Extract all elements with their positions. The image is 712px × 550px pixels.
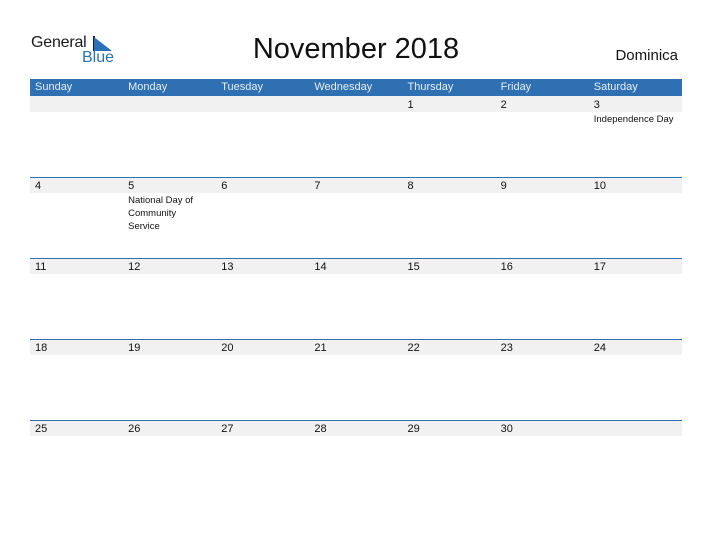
day-number: 13	[221, 261, 234, 273]
day-number: 12	[128, 261, 141, 273]
day-cell: 14	[309, 258, 402, 275]
day-cell: 28	[309, 420, 402, 437]
day-number	[314, 96, 402, 113]
weekday-saturday: Saturday	[593, 81, 638, 93]
day-cell: 4	[30, 177, 123, 233]
day-number	[221, 96, 309, 113]
day-number: 19	[128, 342, 141, 354]
week-cells: 11 12 13 14 15 16 17	[30, 258, 682, 275]
day-cell	[30, 96, 123, 126]
day-cell: 2	[496, 96, 589, 126]
week-row: 11 12 13 14 15 16 17	[30, 258, 682, 339]
day-number: 14	[314, 261, 327, 273]
day-number: 26	[128, 423, 141, 435]
week-row: 25 26 27 28 29 30	[30, 420, 682, 501]
weekday-wednesday: Wednesday	[314, 81, 373, 93]
weekday-tuesday: Tuesday	[221, 81, 264, 93]
weekday-thursday: Thursday	[407, 81, 454, 93]
week-cells: 25 26 27 28 29 30	[30, 420, 682, 437]
day-cell: 3 Independence Day	[589, 96, 682, 126]
day-number: 15	[407, 261, 420, 273]
day-number: 24	[593, 342, 606, 354]
day-number: 17	[593, 261, 606, 273]
day-number: 21	[314, 342, 327, 354]
day-number: 1	[407, 99, 414, 111]
day-cell: 19	[123, 339, 216, 356]
weekday-monday: Monday	[128, 81, 168, 93]
day-cell: 24	[589, 339, 682, 356]
day-cell: 29	[403, 420, 496, 437]
country-label: Dominica	[615, 47, 678, 64]
weekday-friday: Friday	[500, 81, 532, 93]
day-cell: 20	[216, 339, 309, 356]
calendar-grid: Sunday Monday Tuesday Wednesday Thursday…	[30, 79, 682, 501]
day-number	[128, 96, 216, 113]
week-cells: 1 2 3 Independence Day	[30, 96, 682, 126]
day-number	[594, 420, 682, 437]
week-cells: 4 5 National Day of Community Service 6 7 8 9 1…	[30, 177, 682, 233]
day-number: 6	[221, 180, 228, 192]
weeks-container: 1 2 3 Independence Day 4 5 National Day of Com…	[30, 96, 682, 501]
day-cell: 6	[216, 177, 309, 233]
day-cell: 5 National Day of Community Service	[123, 177, 216, 233]
day-number: 7	[314, 180, 321, 192]
day-cell: 26	[123, 420, 216, 437]
day-cell: 12	[123, 258, 216, 275]
calendar-title: November 2018	[252, 33, 460, 65]
day-cell: 16	[496, 258, 589, 275]
holiday-label: National Day of Community Service	[128, 195, 194, 232]
day-number: 11	[35, 261, 47, 273]
week-cells: 18 19 20 21 22 23 24	[30, 339, 682, 356]
day-number: 25	[35, 423, 48, 435]
day-number: 28	[314, 423, 327, 435]
day-cell: 9	[496, 177, 589, 233]
day-number: 18	[35, 342, 48, 354]
weekday-sunday: Sunday	[35, 81, 73, 93]
day-number	[35, 96, 123, 113]
day-number: 9	[500, 180, 507, 192]
day-cell: 25	[30, 420, 123, 437]
week-row: 18 19 20 21 22 23 24	[30, 339, 682, 420]
day-cell: 30	[496, 420, 589, 437]
day-number: 4	[35, 180, 42, 192]
day-number: 22	[407, 342, 420, 354]
day-cell: 17	[589, 258, 682, 275]
week-row: 1 2 3 Independence Day	[30, 96, 682, 177]
day-cell: 10	[589, 177, 682, 233]
day-number: 20	[221, 342, 234, 354]
day-number: 16	[500, 261, 513, 273]
day-cell: 7	[309, 177, 402, 233]
holiday-label: Independence Day	[593, 114, 674, 125]
day-cell: 8	[403, 177, 496, 233]
day-number: 27	[221, 423, 234, 435]
day-cell: 15	[403, 258, 496, 275]
day-cell: 13	[216, 258, 309, 275]
day-cell	[309, 96, 402, 126]
day-number: 23	[500, 342, 513, 354]
day-cell: 18	[30, 339, 123, 356]
day-cell	[216, 96, 309, 126]
day-cell: 22	[403, 339, 496, 356]
day-number: 29	[407, 423, 420, 435]
day-cell: 23	[496, 339, 589, 356]
weekday-header: Sunday Monday Tuesday Wednesday Thursday…	[30, 79, 682, 96]
day-cell: 27	[216, 420, 309, 437]
day-cell	[123, 96, 216, 126]
day-cell: 21	[309, 339, 402, 356]
week-row: 4 5 National Day of Community Service 6 7 8 9 1…	[30, 177, 682, 258]
day-cell	[589, 420, 682, 437]
day-number: 8	[407, 180, 414, 192]
day-number: 3	[593, 99, 600, 111]
day-number: 5	[128, 180, 135, 192]
day-number: 30	[500, 423, 513, 435]
day-cell: 11	[30, 258, 123, 275]
day-number: 2	[500, 99, 507, 111]
day-cell: 1	[403, 96, 496, 126]
day-number: 10	[593, 180, 606, 192]
